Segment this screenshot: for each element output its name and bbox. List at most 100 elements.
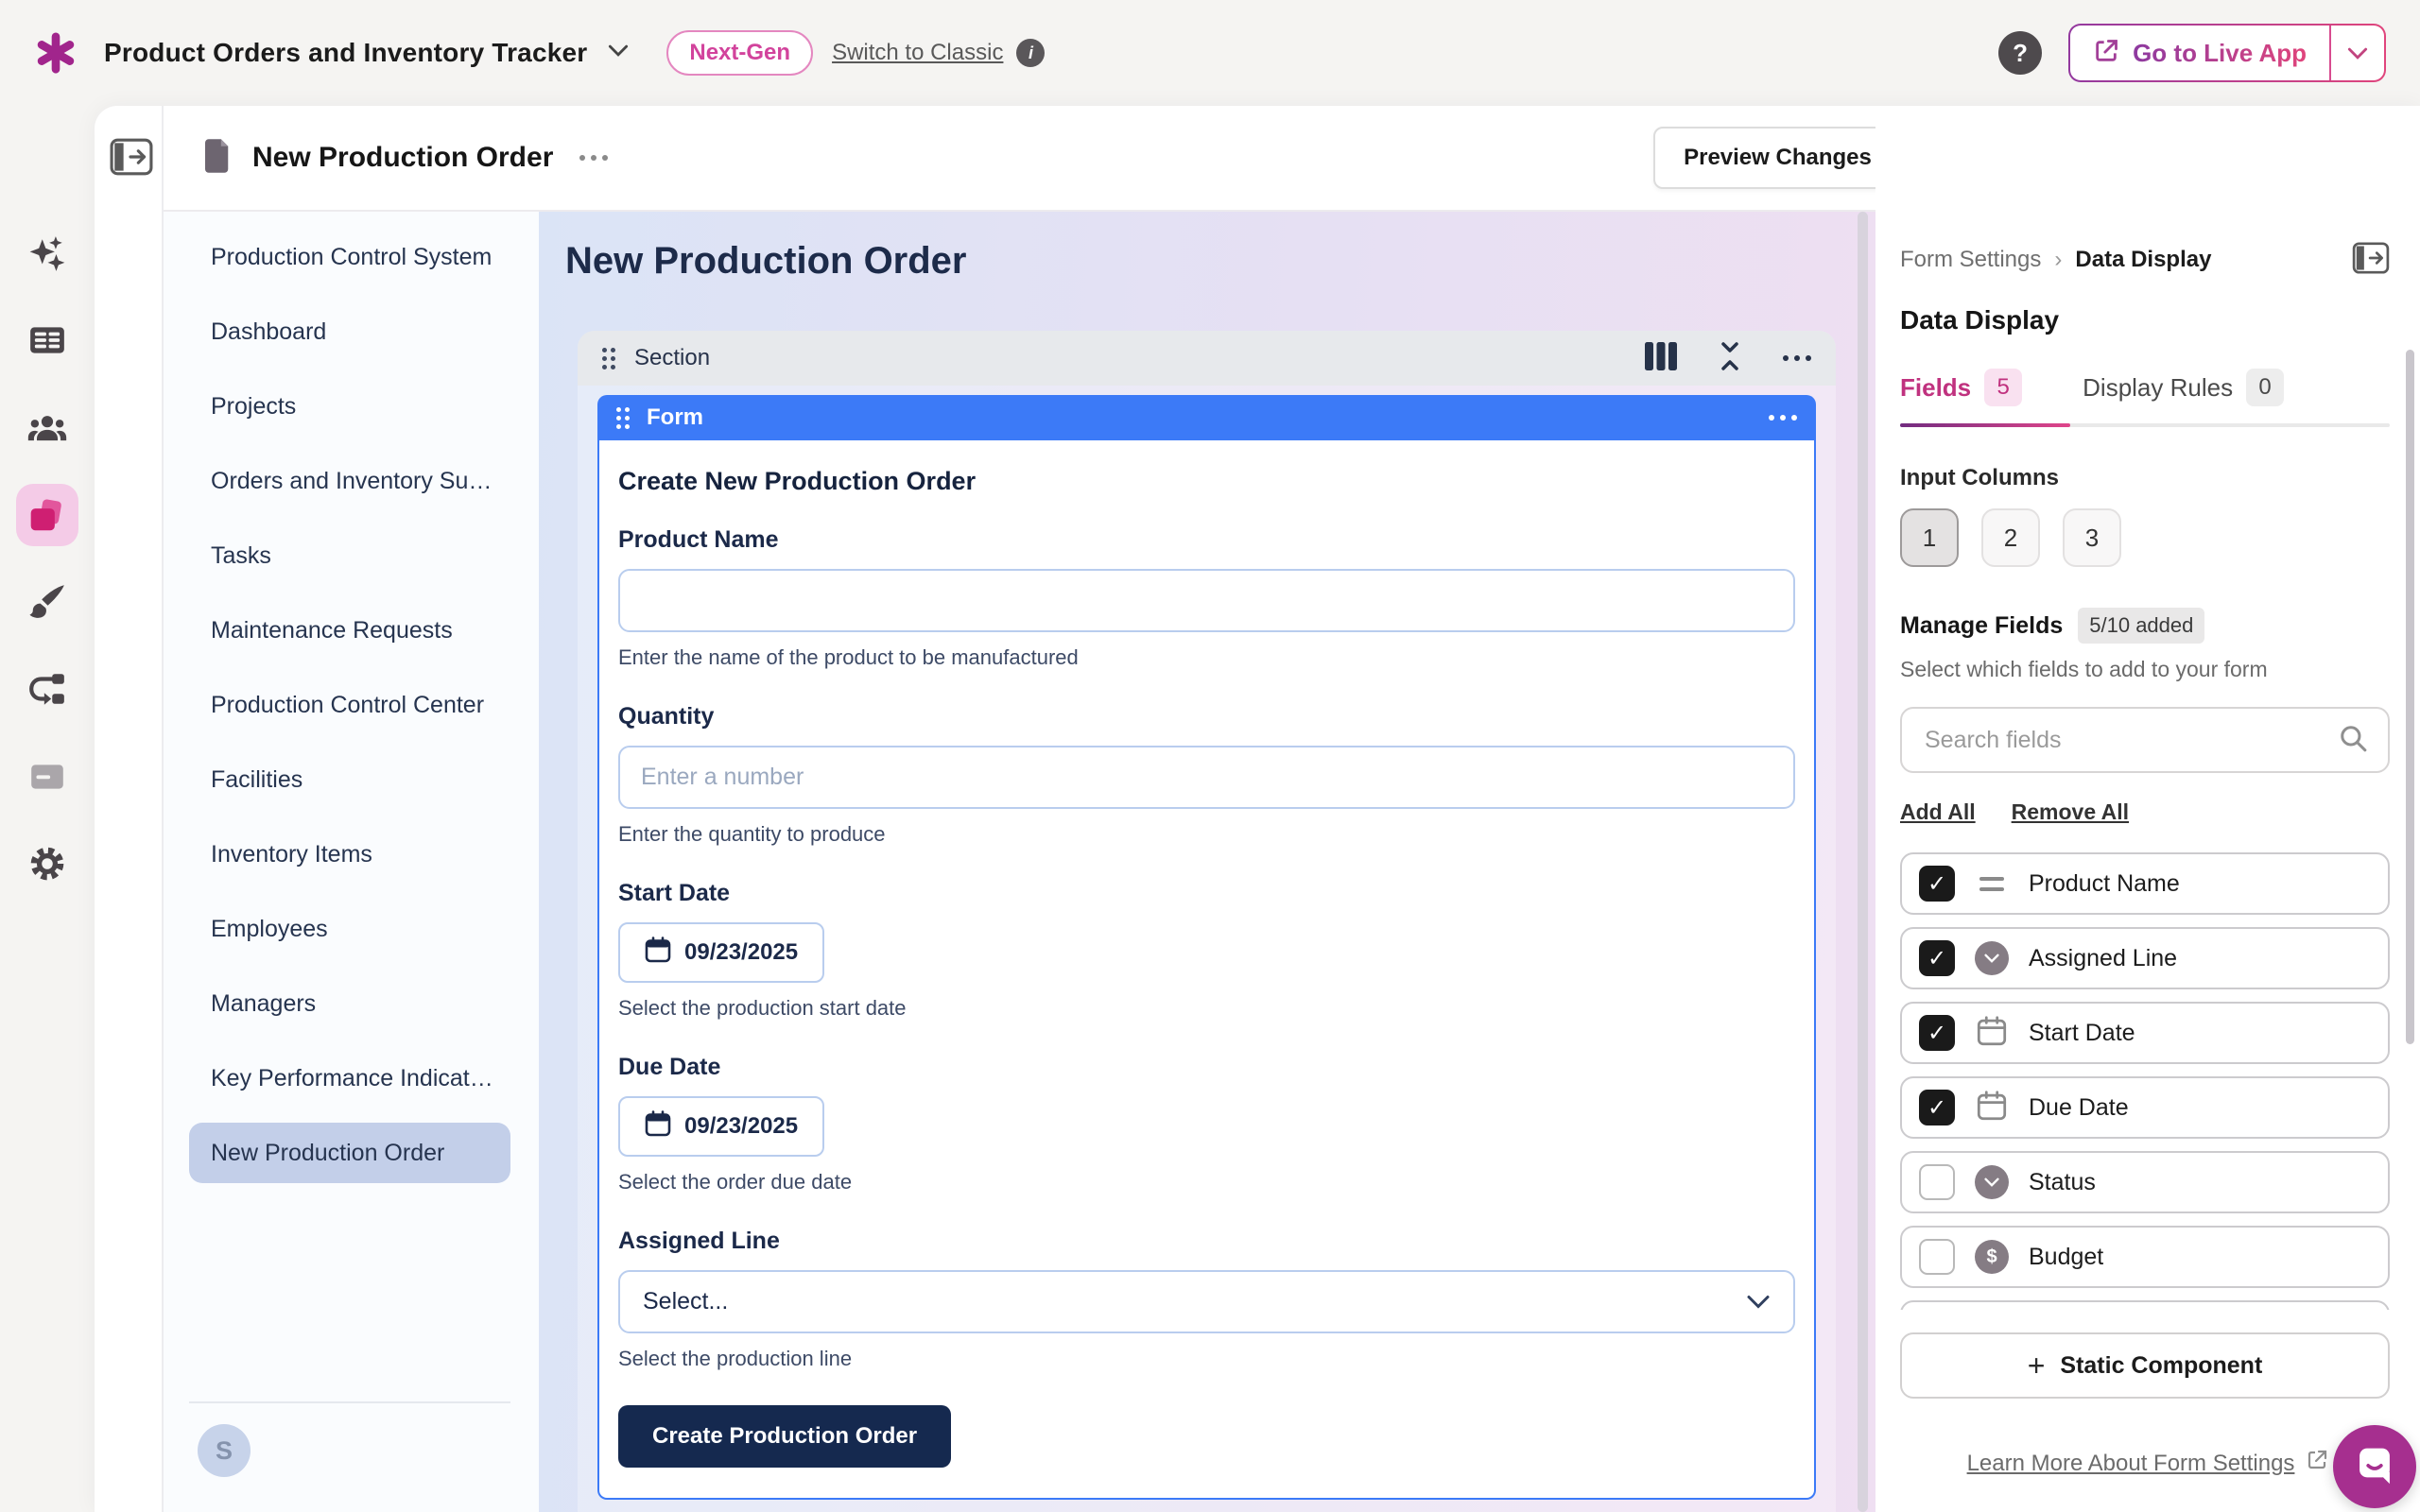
sidebar-item[interactable]: Orders and Inventory Su… xyxy=(189,451,510,511)
field-row[interactable]: ✓ Assigned Line xyxy=(1900,927,2390,989)
field-rows-list: ✓Product Name✓Assigned Line✓Start Date✓D… xyxy=(1900,852,2390,1310)
checkbox[interactable]: ✓ xyxy=(1919,1090,1955,1125)
input-columns-option-1[interactable]: 1 xyxy=(1900,508,1959,567)
fields-count-badge: 5 xyxy=(1984,369,2022,406)
sidebar-item[interactable]: Projects xyxy=(189,376,510,437)
checkbox[interactable]: ✓ xyxy=(1919,866,1955,902)
workflow-icon[interactable] xyxy=(16,658,78,720)
sidebar-item[interactable]: Production Control Center xyxy=(189,675,510,735)
section-block[interactable]: Section Form Creat xyxy=(578,331,1836,1512)
breadcrumb-data-display: Data Display xyxy=(2075,247,2211,273)
display-rules-count-badge: 0 xyxy=(2246,369,2284,406)
chat-widget-button[interactable] xyxy=(2333,1425,2416,1508)
checkbox[interactable] xyxy=(1919,1164,1955,1200)
form-title: Create New Production Order xyxy=(618,465,1795,497)
create-production-order-button[interactable]: Create Production Order xyxy=(618,1405,951,1468)
pages-nav-panel: Production Control System Dashboard Projec… xyxy=(164,212,539,1512)
field-row[interactable]: Status xyxy=(1900,1151,2390,1213)
field-row-clipped[interactable] xyxy=(1900,1300,2390,1310)
checkbox[interactable]: ✓ xyxy=(1919,1015,1955,1051)
pages-icon[interactable] xyxy=(16,484,78,546)
sidebar-item[interactable]: Production Control System xyxy=(189,227,510,287)
workspace-initial-badge[interactable]: S xyxy=(198,1424,251,1477)
sparkles-icon[interactable] xyxy=(16,223,78,285)
canvas-scrollbar[interactable] xyxy=(1858,212,1868,1512)
sidebar-item[interactable]: Key Performance Indicat… xyxy=(189,1048,510,1108)
section-header[interactable]: Section xyxy=(578,331,1836,386)
checkbox[interactable] xyxy=(1919,1239,1955,1275)
input-columns-option-3[interactable]: 3 xyxy=(2063,508,2121,567)
go-to-live-app-button[interactable]: Go to Live App xyxy=(2068,24,2386,82)
add-all-link[interactable]: Add All xyxy=(1900,799,1976,828)
field-input[interactable] xyxy=(618,569,1795,632)
field-row[interactable]: $Budget xyxy=(1900,1226,2390,1288)
search-fields-box[interactable] xyxy=(1900,707,2390,773)
live-app-dropdown[interactable] xyxy=(2331,26,2384,80)
external-link-icon xyxy=(2093,38,2119,69)
plus-icon: + xyxy=(2028,1350,2046,1381)
sidebar-item[interactable]: Dashboard xyxy=(189,301,510,362)
form-header[interactable]: Form xyxy=(597,395,1816,440)
gear-icon[interactable] xyxy=(16,833,78,895)
learn-more-link[interactable]: Learn More About Form Settings xyxy=(1967,1451,2295,1477)
panel-tabs: Fields 5 Display Rules 0 xyxy=(1900,369,2390,406)
sidebar-item[interactable]: New Production Order xyxy=(189,1123,510,1183)
top-bar: Product Orders and Inventory Tracker Nex… xyxy=(0,0,2420,106)
page-title: New Production Order xyxy=(252,142,553,174)
drag-handle-icon[interactable] xyxy=(602,348,615,369)
sidebar-item[interactable]: Tasks xyxy=(189,525,510,586)
field-input[interactable] xyxy=(618,746,1795,809)
panel-title: Data Display xyxy=(1900,304,2390,336)
date-picker-button[interactable]: 09/23/2025 xyxy=(618,1096,824,1157)
select-control[interactable]: Select... xyxy=(618,1270,1795,1333)
collapse-panel-icon[interactable] xyxy=(2352,242,2390,279)
field-row[interactable]: ✓Start Date xyxy=(1900,1002,2390,1064)
live-app-label: Go to Live App xyxy=(2133,39,2307,68)
section-label: Section xyxy=(634,345,710,371)
date-picker-button[interactable]: 09/23/2025 xyxy=(618,922,824,983)
help-icon[interactable]: ? xyxy=(1998,31,2042,75)
form-field: Due Date09/23/2025Select the order due d… xyxy=(618,1053,1795,1194)
field-row-label: Assigned Line xyxy=(2029,945,2177,972)
switch-to-classic-link[interactable]: Switch to Classic xyxy=(832,40,1003,66)
field-label: Product Name xyxy=(618,525,1795,554)
form-menu-icon[interactable] xyxy=(1769,415,1797,421)
sidebar-item[interactable]: Maintenance Requests xyxy=(189,600,510,661)
calendar-icon xyxy=(645,1110,671,1143)
sidebar-item[interactable]: Managers xyxy=(189,973,510,1034)
remove-all-link[interactable]: Remove All xyxy=(2012,799,2129,828)
chevron-right-icon: › xyxy=(2054,247,2062,273)
section-menu-icon[interactable] xyxy=(1783,355,1811,361)
static-component-button[interactable]: + Static Component xyxy=(1900,1332,2390,1399)
app-root: Product Orders and Inventory Tracker Nex… xyxy=(0,0,2420,1512)
breadcrumb-form-settings[interactable]: Form Settings xyxy=(1900,247,2041,273)
preview-changes-button[interactable]: Preview Changes xyxy=(1653,127,1902,189)
tab-display-rules[interactable]: Display Rules 0 xyxy=(2083,369,2284,406)
form-component[interactable]: Form Create New Production Order Product… xyxy=(597,395,1816,1500)
page-menu-icon[interactable] xyxy=(579,155,608,161)
field-row[interactable]: ✓Due Date xyxy=(1900,1076,2390,1139)
tab-fields[interactable]: Fields 5 xyxy=(1900,369,2022,406)
sidebar-item[interactable]: Inventory Items xyxy=(189,824,510,885)
icon-rail xyxy=(0,106,95,1512)
next-gen-badge: Next-Gen xyxy=(666,30,813,76)
app-logo-icon[interactable] xyxy=(34,31,78,75)
input-columns-option-2[interactable]: 2 xyxy=(1981,508,2040,567)
info-icon[interactable]: i xyxy=(1016,39,1045,67)
chevron-down-icon[interactable] xyxy=(608,44,629,61)
field-row[interactable]: ✓Product Name xyxy=(1900,852,2390,915)
people-icon[interactable] xyxy=(16,397,78,459)
columns-icon[interactable] xyxy=(1645,342,1677,375)
brush-icon[interactable] xyxy=(16,570,78,632)
collapse-vertical-icon[interactable] xyxy=(1717,341,1743,376)
collapse-sidebar-icon[interactable] xyxy=(110,138,153,180)
sidebar-item[interactable]: Employees xyxy=(189,899,510,959)
search-fields-input[interactable] xyxy=(1923,726,2339,755)
table-icon[interactable] xyxy=(16,309,78,371)
sidebar-item[interactable]: Facilities xyxy=(189,749,510,810)
checkbox[interactable]: ✓ xyxy=(1919,940,1955,976)
form-body: Create New Production Order Product Name… xyxy=(597,440,1816,1500)
drag-handle-icon[interactable] xyxy=(616,407,630,429)
panel-scrollbar[interactable] xyxy=(2406,350,2414,1044)
card-icon[interactable] xyxy=(16,746,78,808)
